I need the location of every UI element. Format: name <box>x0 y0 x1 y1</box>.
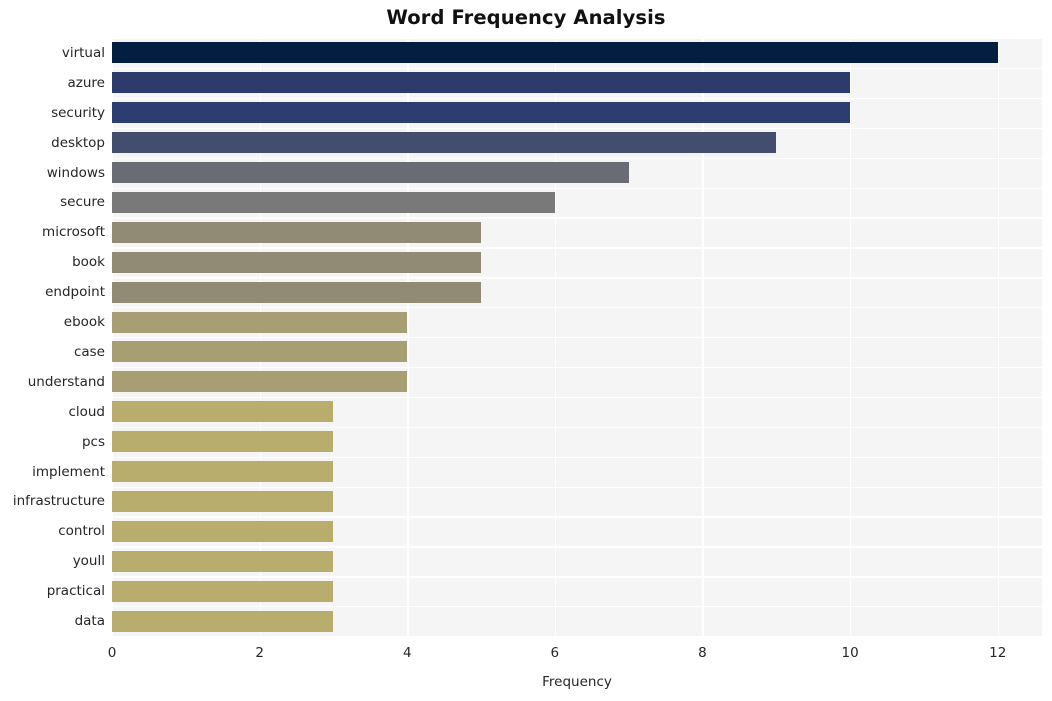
x-axis-tick-label: 10 <box>841 645 859 661</box>
bar[interactable] <box>112 311 408 333</box>
bar[interactable] <box>112 251 482 273</box>
bar[interactable] <box>112 42 998 64</box>
bar[interactable] <box>112 132 777 154</box>
x-axis-title: Frequency <box>542 674 612 690</box>
y-axis-tick-label: book <box>72 254 105 271</box>
y-axis-tick-label: case <box>73 343 105 360</box>
bar[interactable] <box>112 221 482 243</box>
y-axis-tick-label: windows <box>46 164 105 181</box>
bar[interactable] <box>112 72 851 94</box>
y-axis-tick-label: implement <box>32 463 105 480</box>
y-axis-tick-label: ebook <box>63 314 105 331</box>
y-axis-tick-label: control <box>58 523 105 540</box>
y-axis-tick-label: practical <box>46 583 105 600</box>
y-axis-tick-label: desktop <box>51 134 105 151</box>
chart-title: Word Frequency Analysis <box>386 6 666 29</box>
word-frequency-chart-figure: Word Frequency Analysis virtual azure secu… <box>0 0 1052 701</box>
x-axis-tick-label: 2 <box>255 645 264 661</box>
bar[interactable] <box>112 461 334 483</box>
bar[interactable] <box>112 371 408 393</box>
plot-area <box>112 38 1042 638</box>
y-axis-tick-label: security <box>51 104 105 121</box>
y-axis-tick-label: microsoft <box>42 224 105 241</box>
y-axis-tick-label: secure <box>60 194 105 211</box>
bar[interactable] <box>112 520 334 542</box>
y-axis-tick-label: endpoint <box>45 284 105 301</box>
y-axis-tick-label: pcs <box>81 433 105 450</box>
bar[interactable] <box>112 341 408 363</box>
x-axis-tick-label: 0 <box>107 645 117 661</box>
y-axis-tick-label: azure <box>67 74 105 91</box>
bar[interactable] <box>112 281 482 303</box>
gridline-horizontal <box>112 636 1042 638</box>
x-axis-tick-label: 6 <box>550 645 560 661</box>
x-axis-tick-label: 12 <box>989 645 1007 661</box>
bar[interactable] <box>112 580 334 602</box>
bar[interactable] <box>112 191 555 213</box>
y-axis-tick-label: youll <box>72 553 105 570</box>
bar[interactable] <box>112 102 851 124</box>
x-axis-tick-label: 4 <box>402 645 412 661</box>
y-axis-tick-label: cloud <box>68 403 105 420</box>
x-axis-tick-labels: 0 2 4 6 8 10 12 <box>108 645 1042 667</box>
y-axis-tick-label: understand <box>27 373 105 390</box>
y-axis-tick-label: virtual <box>61 44 105 61</box>
y-axis-tick-labels: virtual azure security desktop windows secure… <box>0 38 105 636</box>
bar[interactable] <box>112 550 334 572</box>
x-axis-tick-label: 8 <box>698 645 707 661</box>
y-axis-tick-label: data <box>74 613 105 630</box>
bar[interactable] <box>112 162 629 184</box>
bar[interactable] <box>112 610 334 632</box>
bar[interactable] <box>112 490 334 512</box>
y-axis-tick-label: infrastructure <box>12 493 105 510</box>
bar[interactable] <box>112 401 334 423</box>
bar[interactable] <box>112 431 334 453</box>
bars-layer <box>112 38 1042 636</box>
